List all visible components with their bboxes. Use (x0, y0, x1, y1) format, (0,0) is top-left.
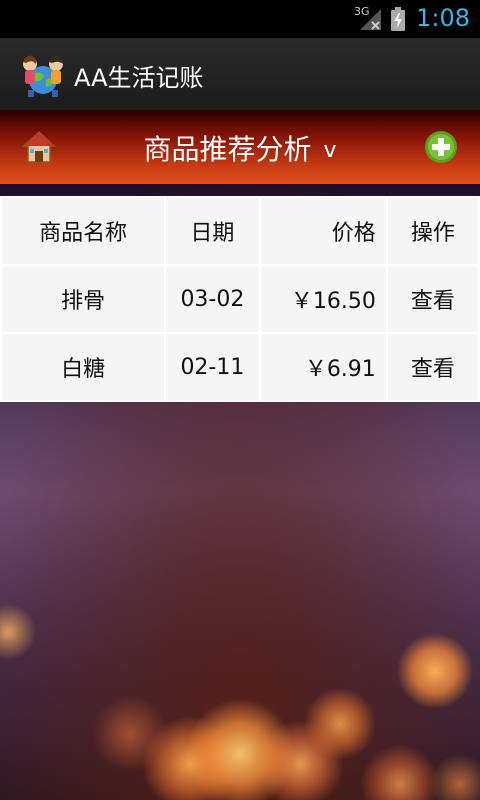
header-action: 操作 (385, 196, 480, 266)
status-bar: 3G 1:08 (0, 0, 480, 38)
kids-globe-app-icon (23, 55, 64, 97)
header-date: 日期 (164, 196, 261, 266)
table-row: 白糖 02-11 ￥6.91 查看 (0, 332, 480, 402)
battery-charging-icon (391, 7, 405, 31)
cell-name: 排骨 (0, 264, 167, 334)
status-time: 1:08 (416, 4, 470, 32)
signal-icon (360, 9, 381, 30)
title-bar: 商品推荐分析 v (0, 110, 480, 184)
cell-price: ￥6.91 (258, 332, 388, 402)
header-price: 价格 (258, 196, 388, 266)
app-title: AA生活记账 (74, 64, 204, 92)
cell-price: ￥16.50 (258, 264, 388, 334)
header-name: 商品名称 (0, 196, 167, 266)
add-circle-icon[interactable] (424, 130, 458, 164)
view-button[interactable]: 查看 (385, 264, 480, 334)
home-icon[interactable] (22, 130, 56, 164)
title-dropdown[interactable] (130, 124, 350, 170)
action-bar: AA生活记账 (0, 38, 480, 111)
table-header-row: 商品名称 日期 价格 操作 (0, 196, 480, 266)
cell-date: 03-02 (164, 264, 261, 334)
table-row: 排骨 03-02 ￥16.50 查看 (0, 264, 480, 334)
cell-name: 白糖 (0, 332, 167, 402)
view-button[interactable]: 查看 (385, 332, 480, 402)
cell-date: 02-11 (164, 332, 261, 402)
products-table: 商品名称 日期 价格 操作 排骨 03-02 ￥16.50 查看 白糖 02-1… (0, 196, 480, 402)
